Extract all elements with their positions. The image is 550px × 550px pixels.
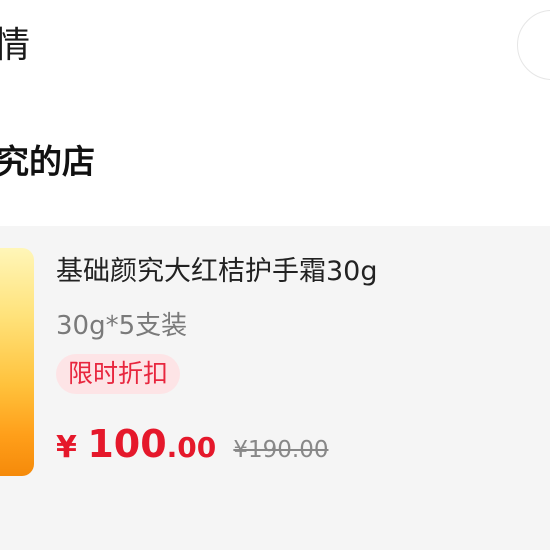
page-title: 情 — [0, 25, 31, 66]
currency-symbol: ¥ — [56, 430, 88, 465]
order-detail-page: 情 究的店 基础颜究大红桔护手霜30g 30g*5支装 限时折扣 ¥ 100.0… — [0, 0, 550, 550]
price-integer: 100 — [87, 422, 167, 466]
promo-badge: 限时折扣 — [56, 354, 181, 394]
product-card[interactable]: 基础颜究大红桔护手霜30g 30g*5支装 限时折扣 ¥ 100.00 ¥190… — [0, 226, 550, 550]
original-price: ¥190.00 — [233, 437, 329, 463]
product-image[interactable] — [0, 248, 34, 476]
price-row: ¥ 100.00 ¥190.00 — [56, 422, 328, 472]
shop-name[interactable]: 究的店 — [0, 140, 95, 184]
product-title: 基础颜究大红桔护手霜30g — [56, 256, 378, 287]
header-action-button[interactable] — [517, 10, 550, 80]
price-decimal: .00 — [166, 431, 217, 464]
current-price: ¥ 100.00 — [56, 422, 216, 466]
product-spec: 30g*5支装 — [56, 311, 188, 341]
